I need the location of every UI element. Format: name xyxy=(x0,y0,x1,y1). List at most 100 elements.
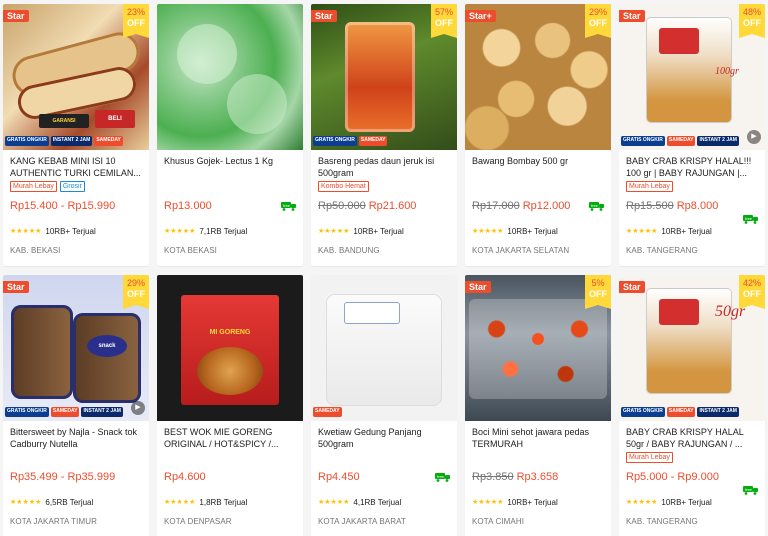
discount-badge: 29% OFF xyxy=(585,4,611,38)
discount-off-label: OFF xyxy=(589,289,607,299)
shipping-badge: INSTANT 2 JAM xyxy=(697,136,739,146)
product-card[interactable]: MI GORENG BEST WOK MIE GORENG ORIGINAL /… xyxy=(157,275,303,536)
shipping-badge: GRATIS ONGKIR xyxy=(621,407,665,417)
product-card[interactable]: Khusus Gojek- Lectus 1 Kg Rp13.000 free ★★★… xyxy=(157,4,303,266)
price-row: Rp17.000 Rp12.000 xyxy=(472,200,604,214)
product-title[interactable]: Basreng pedas daun jeruk isi 500gram xyxy=(318,155,450,179)
rating-row: ★★★★★ 1,8RB Terjual xyxy=(164,497,296,507)
promo-tag: Murah Lebay xyxy=(626,181,673,192)
current-price: Rp8.000 xyxy=(676,200,719,212)
product-card[interactable]: 50gr Star 42% OFF GRATIS ONGKIR SAMEDAY INSTAN… xyxy=(619,275,765,536)
sold-count: 10RB+ Terjual xyxy=(507,497,558,507)
current-price: Rp35.499 - Rp35.999 xyxy=(10,471,116,483)
current-price: Rp12.000 xyxy=(522,200,571,212)
discount-percent: 57% xyxy=(434,7,453,17)
product-card[interactable]: SAMEDAY Kwetiaw Gedung Panjang 500gram Rp4… xyxy=(311,275,457,536)
product-title[interactable]: Bawang Bombay 500 gr xyxy=(472,155,604,179)
discount-badge: 29% OFF xyxy=(123,275,149,309)
product-info: Bawang Bombay 500 gr Rp17.000 Rp12.000 free… xyxy=(465,150,611,256)
product-title[interactable]: BEST WOK MIE GORENG ORIGINAL / HOT&SPICY… xyxy=(164,426,296,450)
product-image[interactable]: MI GORENG xyxy=(157,275,303,421)
product-card[interactable]: 100gr Star 48% OFF GRATIS ONGKIR SAMEDAY INSTA… xyxy=(619,4,765,266)
discount-percent: 23% xyxy=(126,7,145,17)
star-seller-badge: Star xyxy=(619,281,645,293)
sold-count: 4,1RB Terjual xyxy=(353,497,402,507)
product-info: BABY CRAB KRISPY HALAL 50gr / BABY RAJUN… xyxy=(619,421,765,527)
play-video-icon[interactable]: ▶ xyxy=(131,401,145,415)
discount-percent: 29% xyxy=(126,278,145,288)
seller-location: KAB. TANGERANG xyxy=(626,517,698,526)
product-card[interactable]: Star 5% OFF Boci Mini sehot jawara pedas TE… xyxy=(465,275,611,536)
sold-count: 10RB+ Terjual xyxy=(661,497,712,507)
original-price: Rp15.500 xyxy=(626,200,674,212)
discount-badge: 57% OFF xyxy=(431,4,457,38)
product-title[interactable]: Kwetiaw Gedung Panjang 500gram xyxy=(318,426,450,450)
product-title[interactable]: BABY CRAB KRISPY HALAL!!! 100 gr | BABY … xyxy=(626,155,758,179)
star-seller-badge: Star xyxy=(3,10,29,22)
product-info: Bittersweet by Najla - Snack tok Cadburr… xyxy=(3,421,149,527)
discount-off-label: OFF xyxy=(589,18,607,28)
product-title[interactable]: Bittersweet by Najla - Snack tok Cadburr… xyxy=(10,426,142,450)
original-price: Rp17.000 xyxy=(472,200,520,212)
delivery-truck-icon: free xyxy=(589,202,604,211)
play-video-icon[interactable]: ▶ xyxy=(747,130,761,144)
svg-text:free: free xyxy=(437,474,445,479)
rating-row: ★★★★★ 7,1RB Terjual xyxy=(164,226,296,236)
promo-tags xyxy=(472,181,604,192)
rating-stars-icon: ★★★★★ xyxy=(472,499,504,506)
star-seller-badge: Star xyxy=(3,281,29,293)
rating-row: ★★★★★ 10RB+ Terjual xyxy=(472,226,604,236)
promo-tags xyxy=(472,452,604,463)
product-image[interactable]: Star 57% OFF GRATIS ONGKIR SAMEDAY xyxy=(311,4,457,150)
seller-location: KOTA JAKARTA SELATAN xyxy=(472,246,570,255)
price-row: Rp4.600 xyxy=(164,471,296,485)
delivery-truck-icon: free xyxy=(743,215,758,224)
shipping-badge: INSTANT 2 JAM xyxy=(81,407,123,417)
promo-tag: Kombo Hemat xyxy=(318,181,369,192)
product-image[interactable] xyxy=(157,4,303,150)
rating-row: ★★★★★ 10RB+ Terjual xyxy=(626,497,758,507)
rating-row: ★★★★★ 10RB+ Terjual xyxy=(10,226,142,236)
promo-tag: Murah Lebay xyxy=(626,452,673,463)
product-info: Basreng pedas daun jeruk isi 500gram Komb… xyxy=(311,150,457,256)
product-image[interactable]: SAMEDAY xyxy=(311,275,457,421)
promo-tag: Grosir xyxy=(59,181,85,192)
product-title[interactable]: KANG KEBAB MINI ISI 10 AUTHENTIC TURKI C… xyxy=(10,155,142,179)
seller-location: KOTA JAKARTA BARAT xyxy=(318,517,406,526)
product-info: Kwetiaw Gedung Panjang 500gram Rp4.450 fre… xyxy=(311,421,457,527)
product-title[interactable]: BABY CRAB KRISPY HALAL 50gr / BABY RAJUN… xyxy=(626,426,758,450)
sold-count: 6,5RB Terjual xyxy=(45,497,94,507)
promo-tags xyxy=(10,452,142,463)
price-row: Rp3.850 Rp3.658 xyxy=(472,471,604,485)
shipping-badge: SAMEDAY xyxy=(358,136,388,146)
product-title[interactable]: Boci Mini sehot jawara pedas TERMURAH xyxy=(472,426,604,450)
product-image[interactable]: 100gr Star 48% OFF GRATIS ONGKIR SAMEDAY INSTA… xyxy=(619,4,765,150)
current-price: Rp3.658 xyxy=(516,471,559,483)
discount-badge: 23% OFF xyxy=(123,4,149,38)
rating-row: ★★★★★ 4,1RB Terjual xyxy=(318,497,450,507)
product-image[interactable]: Star+ 29% OFF xyxy=(465,4,611,150)
price-row: Rp15.400 - Rp15.990 xyxy=(10,200,142,214)
product-title[interactable]: Khusus Gojek- Lectus 1 Kg xyxy=(164,155,296,179)
product-image[interactable]: 50gr Star 42% OFF GRATIS ONGKIR SAMEDAY INSTAN… xyxy=(619,275,765,421)
product-card[interactable]: snack Star 29% OFF GRATIS ONGKIR SAMEDAY INSTA… xyxy=(3,275,149,536)
sold-count: 10RB+ Terjual xyxy=(353,226,404,236)
shipping-badges: SAMEDAY xyxy=(311,403,342,421)
current-price: Rp4.450 xyxy=(318,471,360,483)
discount-off-label: OFF xyxy=(127,289,145,299)
product-image[interactable]: GARANSI BELI Star 23% OFF GRATIS ONGKIR INSTA… xyxy=(3,4,149,150)
shipping-badge: SAMEDAY xyxy=(94,136,123,146)
product-image[interactable]: snack Star 29% OFF GRATIS ONGKIR SAMEDAY INSTA… xyxy=(3,275,149,421)
sold-count: 7,1RB Terjual xyxy=(199,226,248,236)
product-card[interactable]: Star+ 29% OFF Bawang Bombay 500 gr Rp17.000 R… xyxy=(465,4,611,266)
seller-location: KOTA BEKASI xyxy=(164,246,217,255)
product-card[interactable]: Star 57% OFF GRATIS ONGKIR SAMEDAY Basreng pe… xyxy=(311,4,457,266)
seller-location: KAB. BEKASI xyxy=(10,246,61,255)
product-info: Boci Mini sehot jawara pedas TERMURAH Rp3… xyxy=(465,421,611,527)
promo-tags xyxy=(318,452,450,463)
rating-stars-icon: ★★★★★ xyxy=(10,228,42,235)
product-image[interactable]: Star 5% OFF xyxy=(465,275,611,421)
price-row: Rp5.000 - Rp9.000 xyxy=(626,471,758,485)
discount-badge: 48% OFF xyxy=(739,4,765,38)
product-card[interactable]: GARANSI BELI Star 23% OFF GRATIS ONGKIR INSTA… xyxy=(3,4,149,266)
